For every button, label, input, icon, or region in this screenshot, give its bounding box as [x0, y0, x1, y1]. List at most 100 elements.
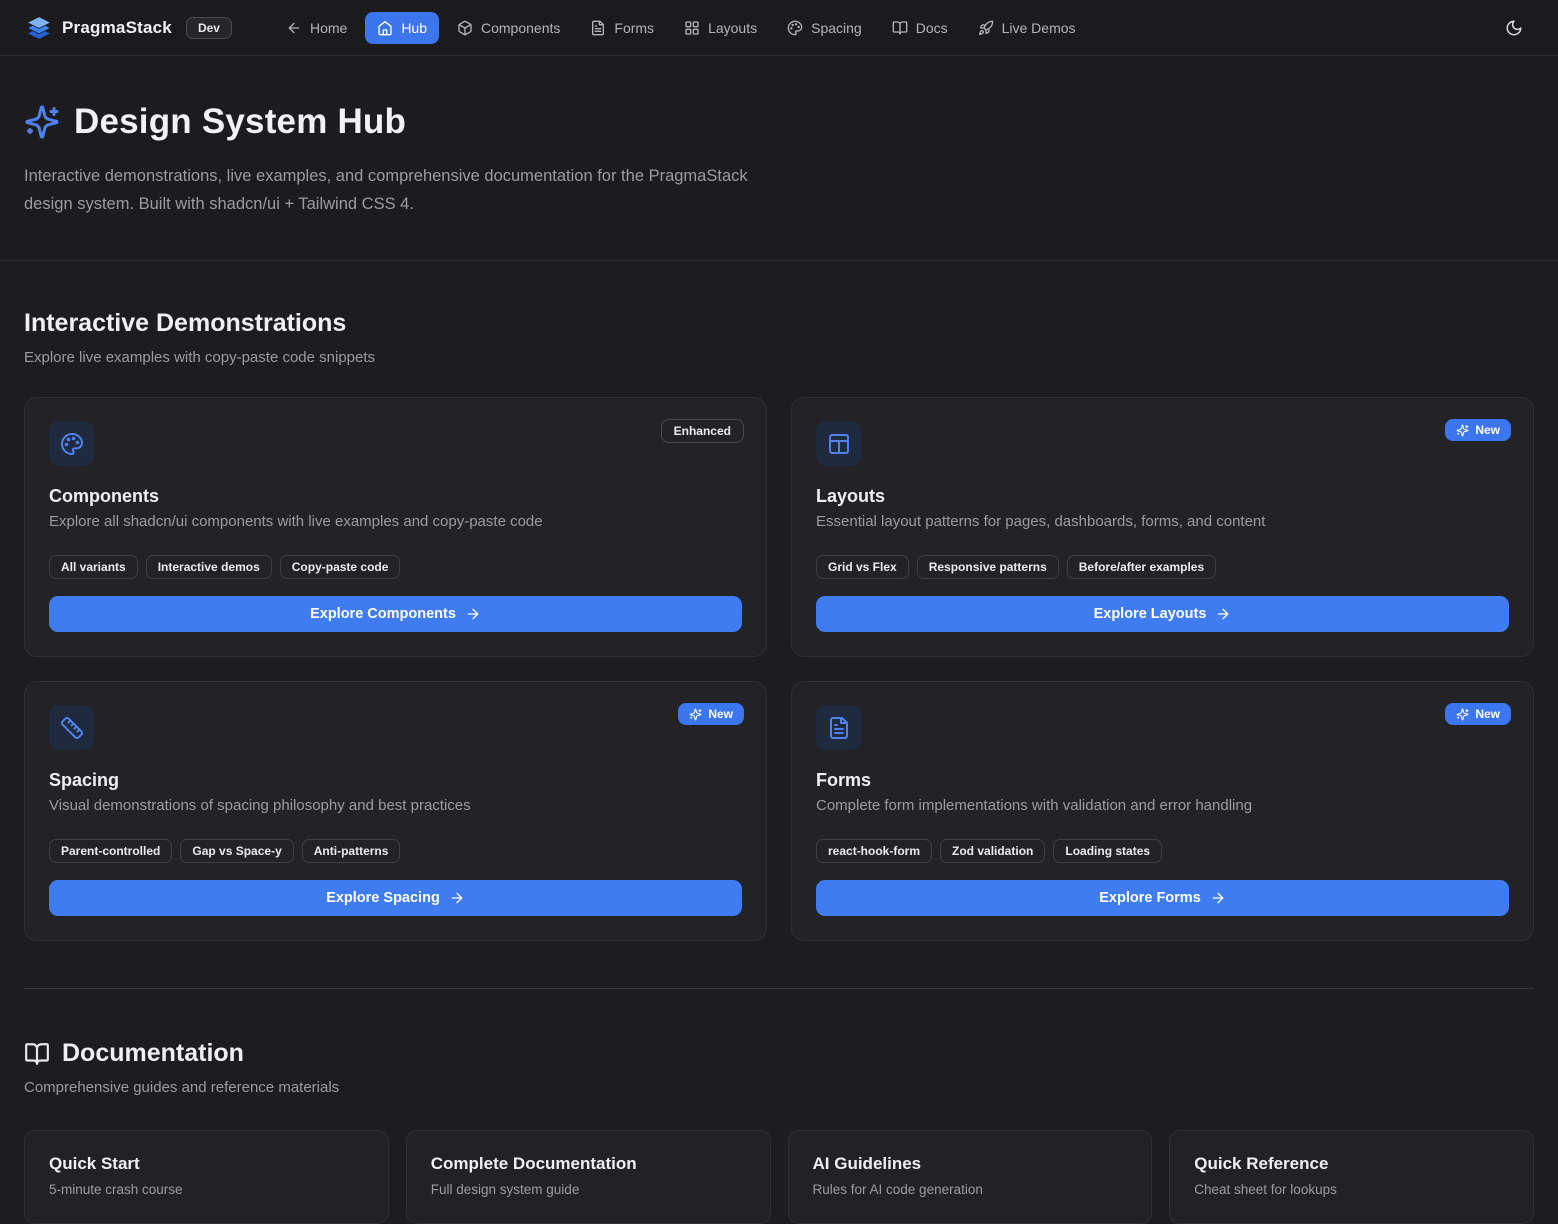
badge-label: New [708, 707, 733, 721]
explore-spacing-button[interactable]: Explore Spacing [49, 880, 742, 916]
doc-card-title: Quick Start [49, 1154, 364, 1174]
doc-card-quick-start[interactable]: Quick Start 5-minute crash course [24, 1130, 389, 1224]
icon-tile [816, 421, 861, 466]
tag: Responsive patterns [917, 555, 1059, 579]
doc-card-complete-documentation[interactable]: Complete Documentation Full design syste… [406, 1130, 771, 1224]
rocket-icon [978, 20, 994, 36]
tag-row: All variants Interactive demos Copy-past… [49, 555, 742, 579]
file-text-icon [827, 716, 851, 740]
explore-components-button[interactable]: Explore Components [49, 596, 742, 632]
icon-tile [49, 421, 94, 466]
tag: Copy-paste code [280, 555, 401, 579]
nav-item-label: Layouts [708, 20, 757, 36]
package-icon [457, 20, 473, 36]
card-description: Explore all shadcn/ui components with li… [49, 513, 742, 530]
button-label: Explore Spacing [326, 890, 440, 906]
documentation-section: Documentation Comprehensive guides and r… [0, 1039, 1558, 1224]
demo-card-layouts[interactable]: New Layouts Essential layout patterns fo… [791, 397, 1534, 657]
nav-item-label: Live Demos [1002, 20, 1076, 36]
arrow-right-icon [465, 606, 481, 622]
sparkles-icon [1456, 708, 1469, 721]
doc-card-title: Complete Documentation [431, 1154, 746, 1174]
button-label: Explore Components [310, 606, 456, 622]
demo-card-components[interactable]: Enhanced Components Explore all shadcn/u… [24, 397, 767, 657]
nav-item-components[interactable]: Components [445, 12, 572, 44]
env-badge: Dev [186, 17, 232, 39]
doc-card-ai-guidelines[interactable]: AI Guidelines Rules for AI code generati… [788, 1130, 1153, 1224]
enhanced-badge: Enhanced [661, 419, 744, 443]
demo-card-forms[interactable]: New Forms Complete form implementations … [791, 681, 1534, 941]
explore-forms-button[interactable]: Explore Forms [816, 880, 1509, 916]
doc-card-quick-reference[interactable]: Quick Reference Cheat sheet for lookups [1169, 1130, 1534, 1224]
card-title: Forms [816, 770, 1509, 791]
icon-tile [49, 705, 94, 750]
nav-item-label: Home [310, 20, 347, 36]
doc-card-subtitle: Rules for AI code generation [813, 1182, 1128, 1197]
nav-links: Home Hub Components Forms Layouts Spacin… [274, 12, 1088, 44]
arrow-right-icon [1210, 890, 1226, 906]
explore-layouts-button[interactable]: Explore Layouts [816, 596, 1509, 632]
arrow-right-icon [1215, 606, 1231, 622]
tag: Anti-patterns [302, 839, 401, 863]
home-icon [377, 20, 393, 36]
demos-section: Interactive Demonstrations Explore live … [0, 309, 1558, 941]
nav-item-label: Hub [401, 20, 427, 36]
button-label: Explore Layouts [1094, 606, 1207, 622]
new-badge: New [1445, 703, 1511, 725]
nav-item-label: Docs [916, 20, 948, 36]
ruler-icon [60, 716, 84, 740]
tag: All variants [49, 555, 138, 579]
card-description: Complete form implementations with valid… [816, 797, 1509, 814]
tag: Zod validation [940, 839, 1045, 863]
badge-label: New [1475, 707, 1500, 721]
nav-item-label: Spacing [811, 20, 862, 36]
nav-item-layouts[interactable]: Layouts [672, 12, 769, 44]
nav-item-docs[interactable]: Docs [880, 12, 960, 44]
nav-item-label: Components [481, 20, 560, 36]
arrow-left-icon [286, 20, 302, 36]
new-badge: New [1445, 419, 1511, 441]
tag: Interactive demos [146, 555, 272, 579]
nav-item-label: Forms [614, 20, 654, 36]
page-subtitle: Interactive demonstrations, live example… [24, 162, 769, 218]
layout-grid-icon [684, 20, 700, 36]
nav-item-hub[interactable]: Hub [365, 12, 439, 44]
badge-label: New [1475, 423, 1500, 437]
docs-heading: Documentation [62, 1039, 244, 1068]
tag: Parent-controlled [49, 839, 172, 863]
tag-row: Grid vs Flex Responsive patterns Before/… [816, 555, 1509, 579]
arrow-right-icon [449, 890, 465, 906]
top-navbar: PragmaStack Dev Home Hub Components Form… [0, 0, 1558, 56]
card-title: Components [49, 486, 742, 507]
sparkles-icon [1456, 424, 1469, 437]
card-description: Visual demonstrations of spacing philoso… [49, 797, 742, 814]
tag: Before/after examples [1067, 555, 1216, 579]
page-title: Design System Hub [74, 102, 406, 142]
tag: Grid vs Flex [816, 555, 909, 579]
demos-subheading: Explore live examples with copy-paste co… [24, 349, 1534, 366]
sparkles-icon [689, 708, 702, 721]
nav-item-home[interactable]: Home [274, 12, 359, 44]
doc-card-title: Quick Reference [1194, 1154, 1509, 1174]
tag: Loading states [1053, 839, 1162, 863]
nav-item-forms[interactable]: Forms [578, 12, 666, 44]
doc-card-subtitle: 5-minute crash course [49, 1182, 364, 1197]
brand[interactable]: PragmaStack [26, 15, 172, 41]
demos-heading: Interactive Demonstrations [24, 309, 1534, 338]
theme-toggle-button[interactable] [1496, 10, 1532, 46]
section-divider [24, 988, 1534, 989]
brand-name: PragmaStack [62, 18, 172, 38]
layers-logo-icon [26, 15, 52, 41]
nav-item-live-demos[interactable]: Live Demos [966, 12, 1088, 44]
doc-card-grid: Quick Start 5-minute crash course Comple… [24, 1130, 1534, 1224]
nav-item-spacing[interactable]: Spacing [775, 12, 874, 44]
tag-row: react-hook-form Zod validation Loading s… [816, 839, 1509, 863]
tag: react-hook-form [816, 839, 932, 863]
tag-row: Parent-controlled Gap vs Space-y Anti-pa… [49, 839, 742, 863]
card-title: Spacing [49, 770, 742, 791]
doc-card-title: AI Guidelines [813, 1154, 1128, 1174]
doc-card-subtitle: Full design system guide [431, 1182, 746, 1197]
demo-card-spacing[interactable]: New Spacing Visual demonstrations of spa… [24, 681, 767, 941]
demo-card-grid: Enhanced Components Explore all shadcn/u… [24, 397, 1534, 941]
docs-subheading: Comprehensive guides and reference mater… [24, 1079, 1534, 1096]
